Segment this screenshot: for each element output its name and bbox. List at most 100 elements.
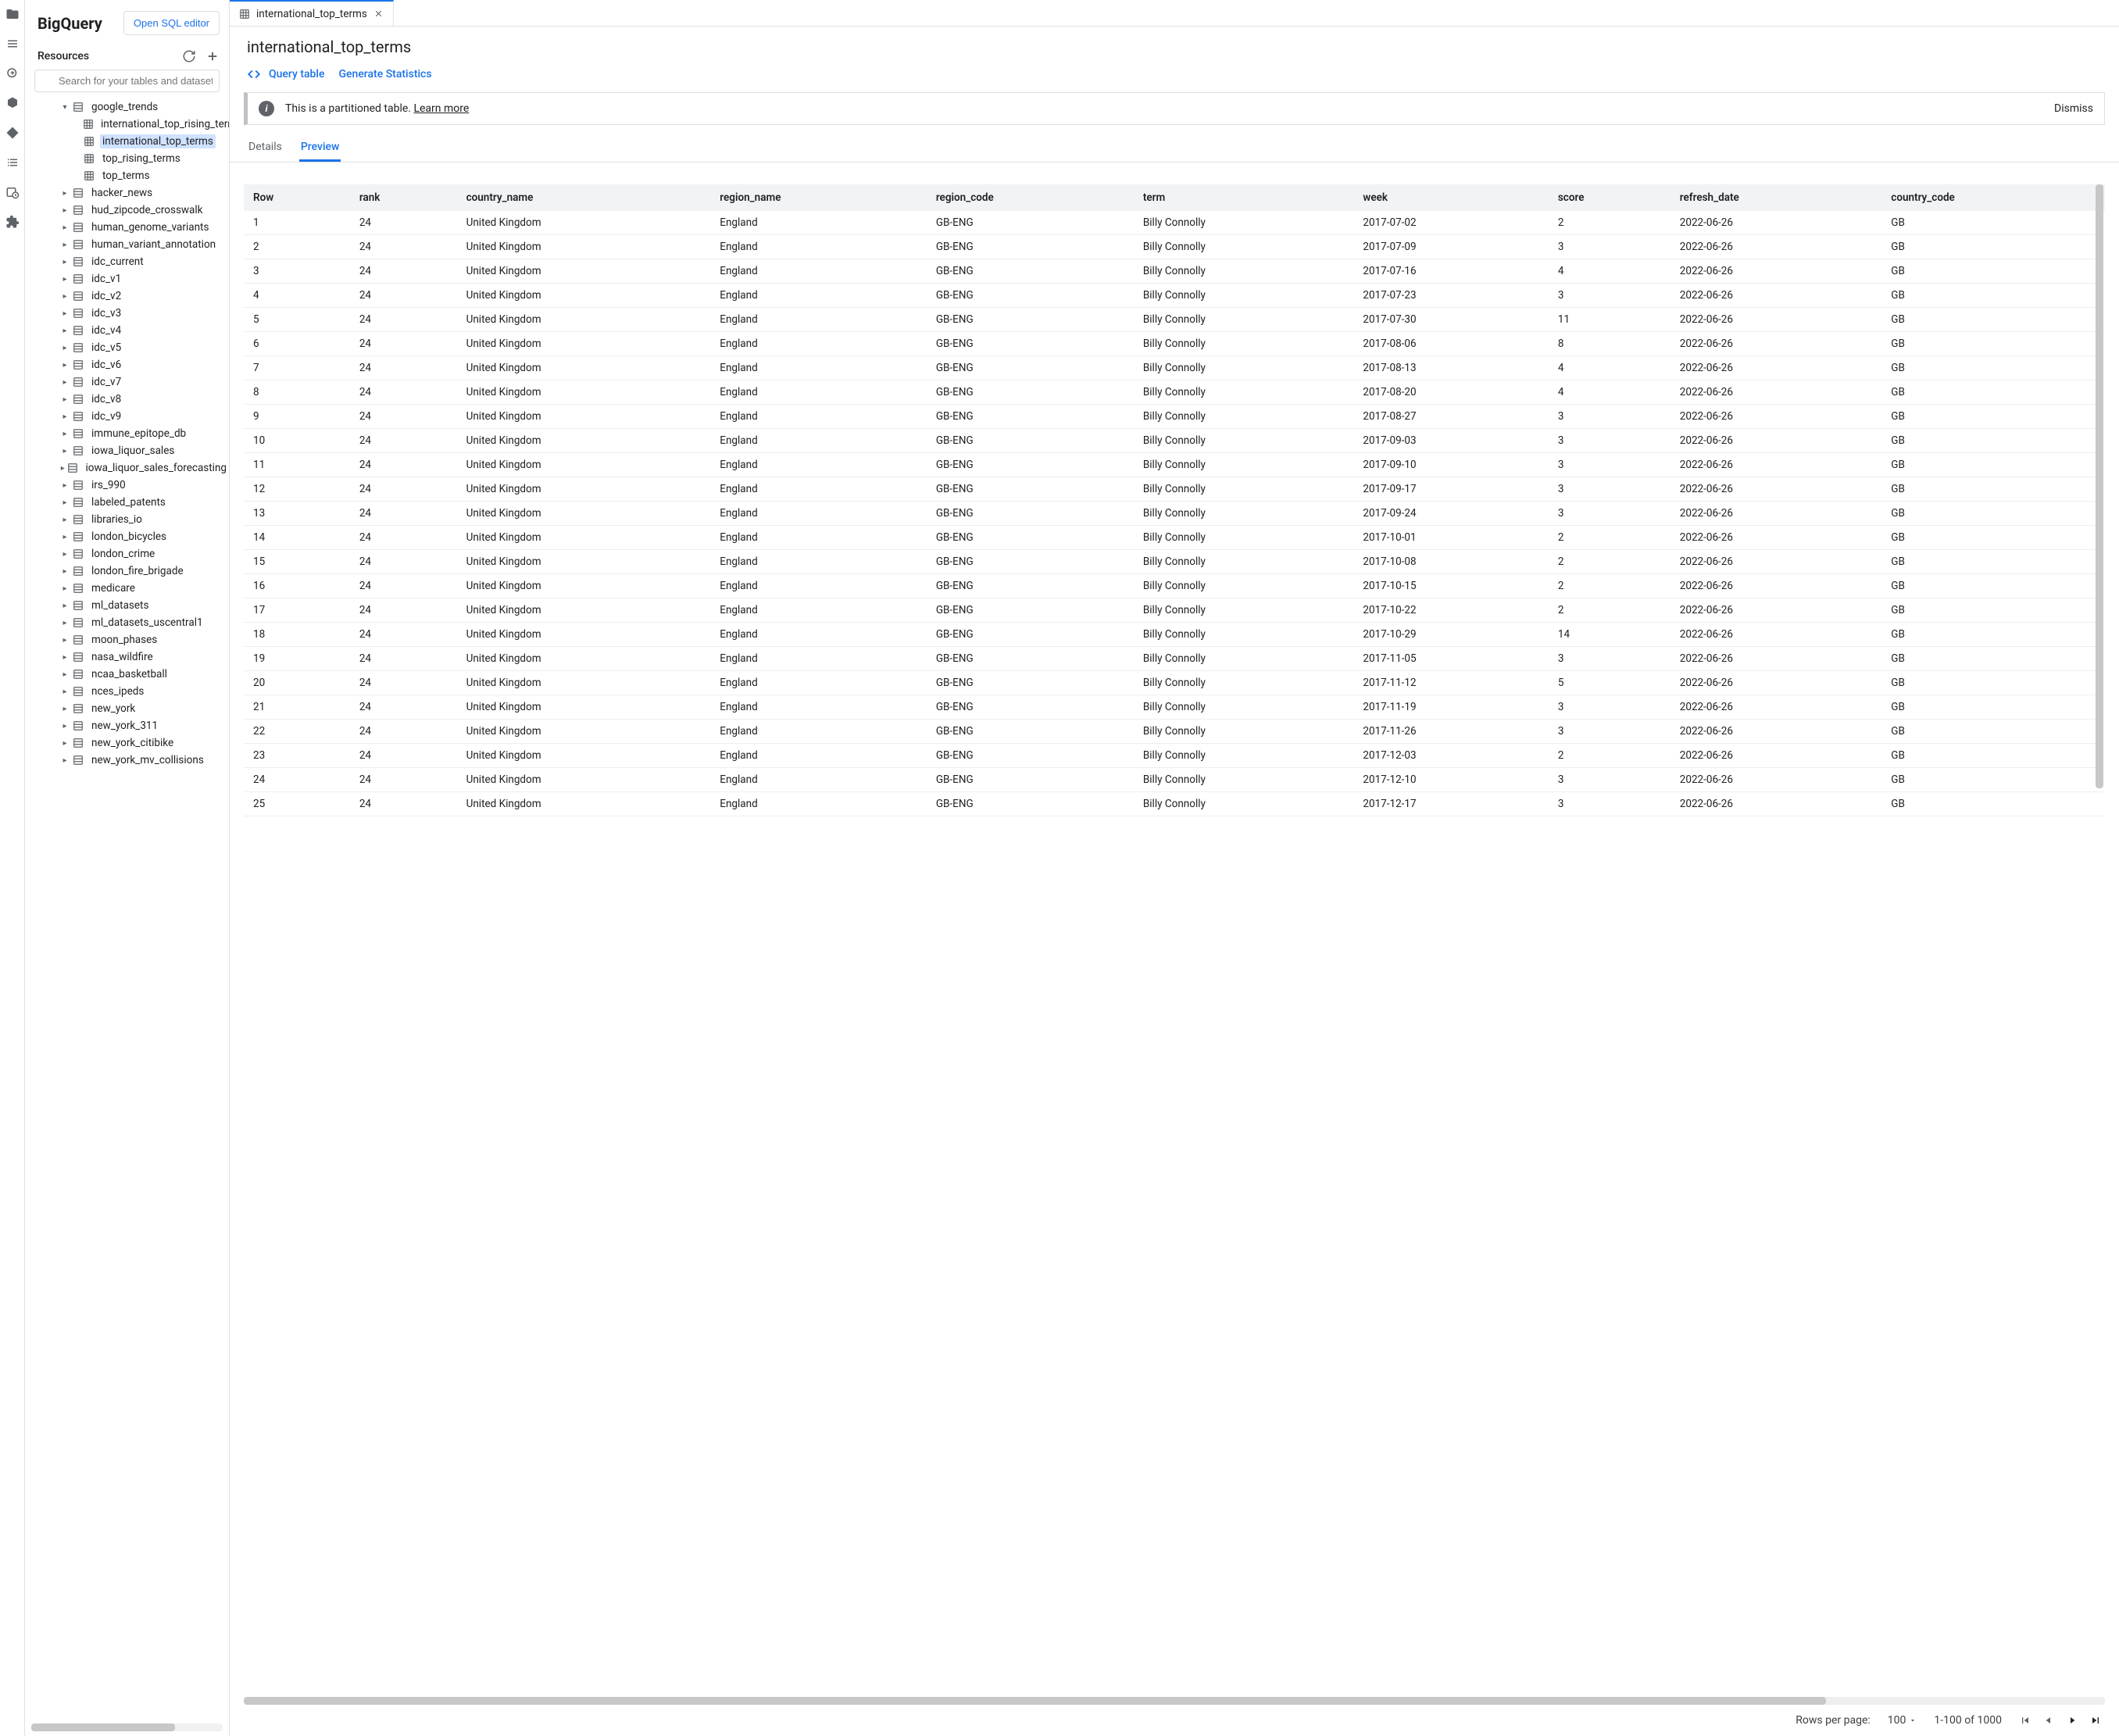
- table-container[interactable]: Rowrankcountry_nameregion_nameregion_cod…: [244, 184, 2105, 1694]
- table-cell: England: [710, 550, 927, 574]
- rows-per-page-select[interactable]: 100: [1888, 1714, 1917, 1727]
- table-cell: United Kingdom: [457, 720, 711, 744]
- resource-tree[interactable]: ▾google_trendsinternational_top_rising_t…: [25, 97, 229, 1723]
- dataset-idc-v5[interactable]: ▸idc_v5: [25, 339, 229, 356]
- dataset-hud-zipcode-crosswalk[interactable]: ▸hud_zipcode_crosswalk: [25, 202, 229, 219]
- dataset-new-york-citibike[interactable]: ▸new_york_citibike: [25, 734, 229, 752]
- add-icon[interactable]: [205, 49, 220, 63]
- next-page-icon[interactable]: [2066, 1714, 2078, 1727]
- table-cell: 24: [350, 477, 457, 502]
- last-page-icon[interactable]: [2089, 1714, 2102, 1727]
- dataset-google-trends[interactable]: ▾google_trends: [25, 98, 229, 116]
- dataset-london-bicycles[interactable]: ▸london_bicycles: [25, 528, 229, 545]
- folder-icon[interactable]: [5, 6, 20, 22]
- dataset-idc-v3[interactable]: ▸idc_v3: [25, 305, 229, 322]
- dataset-new-york-mv-collisions[interactable]: ▸new_york_mv_collisions: [25, 752, 229, 769]
- dataset-idc-v2[interactable]: ▸idc_v2: [25, 288, 229, 305]
- horizontal-scrollbar[interactable]: [244, 1697, 2105, 1705]
- column-header[interactable]: region_code: [927, 184, 1134, 211]
- tree-item-label: london_bicycles: [89, 530, 169, 544]
- calendar-clock-icon[interactable]: [5, 184, 20, 200]
- dataset-ml-datasets-uscentral1[interactable]: ▸ml_datasets_uscentral1: [25, 614, 229, 631]
- table-cell: 6: [244, 332, 350, 356]
- table-top-terms[interactable]: top_terms: [25, 167, 229, 184]
- dataset-libraries-io[interactable]: ▸libraries_io: [25, 511, 229, 528]
- table-international-top-rising-terms[interactable]: international_top_rising_terms: [25, 116, 229, 133]
- dataset-new-york-311[interactable]: ▸new_york_311: [25, 717, 229, 734]
- column-header[interactable]: week: [1353, 184, 1548, 211]
- tree-item-label: libraries_io: [89, 513, 145, 527]
- learn-more-link[interactable]: Learn more: [413, 102, 469, 115]
- column-header[interactable]: rank: [350, 184, 457, 211]
- table-cell: GB-ENG: [927, 211, 1134, 235]
- dataset-icon: [72, 651, 84, 663]
- dataset-new-york[interactable]: ▸new_york: [25, 700, 229, 717]
- table-cell: 3: [1549, 647, 1671, 671]
- tree-item-label: new_york_311: [89, 719, 160, 733]
- tab-international-top-terms[interactable]: international_top_terms: [230, 0, 394, 26]
- dataset-hacker-news[interactable]: ▸hacker_news: [25, 184, 229, 202]
- dataset-idc-v6[interactable]: ▸idc_v6: [25, 356, 229, 373]
- dataset-idc-v4[interactable]: ▸idc_v4: [25, 322, 229, 339]
- dataset-human-genome-variants[interactable]: ▸human_genome_variants: [25, 219, 229, 236]
- dataset-iowa-liquor-sales[interactable]: ▸iowa_liquor_sales: [25, 442, 229, 459]
- table-cell: 2: [1549, 574, 1671, 598]
- list-icon[interactable]: [5, 36, 20, 52]
- close-icon[interactable]: [373, 9, 384, 19]
- magnify-icon[interactable]: [5, 66, 20, 81]
- dataset-idc-v8[interactable]: ▸idc_v8: [25, 391, 229, 408]
- dataset-irs-990[interactable]: ▸irs_990: [25, 477, 229, 494]
- dataset-iowa-liquor-sales-forecasting[interactable]: ▸iowa_liquor_sales_forecasting: [25, 459, 229, 477]
- dataset-idc-current[interactable]: ▸idc_current: [25, 253, 229, 270]
- prev-page-icon[interactable]: [2042, 1714, 2055, 1727]
- dataset-nces-ipeds[interactable]: ▸nces_ipeds: [25, 683, 229, 700]
- dataset-ncaa-basketball[interactable]: ▸ncaa_basketball: [25, 666, 229, 683]
- column-header[interactable]: country_code: [1881, 184, 2105, 211]
- dataset-medicare[interactable]: ▸medicare: [25, 580, 229, 597]
- dataset-human-variant-annotation[interactable]: ▸human_variant_annotation: [25, 236, 229, 253]
- generate-statistics-button[interactable]: Generate Statistics: [338, 68, 431, 80]
- chevron-right-icon: ▸: [59, 584, 70, 593]
- dataset-ml-datasets[interactable]: ▸ml_datasets: [25, 597, 229, 614]
- column-header[interactable]: score: [1549, 184, 1671, 211]
- table-cell: Billy Connolly: [1134, 720, 1354, 744]
- hexagon-icon[interactable]: [5, 95, 20, 111]
- dataset-london-crime[interactable]: ▸london_crime: [25, 545, 229, 563]
- diamond-icon[interactable]: [5, 125, 20, 141]
- dataset-idc-v9[interactable]: ▸idc_v9: [25, 408, 229, 425]
- column-header[interactable]: refresh_date: [1671, 184, 1881, 211]
- first-page-icon[interactable]: [2019, 1714, 2031, 1727]
- table-cell: GB-ENG: [927, 623, 1134, 647]
- table-cell: 2: [1549, 211, 1671, 235]
- dataset-london-fire-brigade[interactable]: ▸london_fire_brigade: [25, 563, 229, 580]
- dataset-idc-v7[interactable]: ▸idc_v7: [25, 373, 229, 391]
- column-header[interactable]: term: [1134, 184, 1354, 211]
- table-icon: [83, 118, 94, 130]
- checklist-icon[interactable]: [5, 155, 20, 170]
- open-sql-editor-button[interactable]: Open SQL editor: [123, 11, 220, 35]
- dataset-nasa-wildfire[interactable]: ▸nasa_wildfire: [25, 648, 229, 666]
- table-cell: Billy Connolly: [1134, 695, 1354, 720]
- refresh-icon[interactable]: [182, 49, 196, 63]
- dataset-labeled-patents[interactable]: ▸labeled_patents: [25, 494, 229, 511]
- column-header[interactable]: country_name: [457, 184, 711, 211]
- table-cell: GB: [1881, 235, 2105, 259]
- dataset-moon-phases[interactable]: ▸moon_phases: [25, 631, 229, 648]
- table-international-top-terms[interactable]: international_top_terms: [25, 133, 229, 150]
- tab-preview[interactable]: Preview: [299, 134, 341, 162]
- vertical-scrollbar[interactable]: [2096, 184, 2103, 788]
- dataset-idc-v1[interactable]: ▸idc_v1: [25, 270, 229, 288]
- table-icon: [83, 152, 95, 165]
- column-header[interactable]: region_name: [710, 184, 927, 211]
- dismiss-button[interactable]: Dismiss: [2054, 102, 2093, 115]
- table-icon: [83, 135, 95, 148]
- query-table-button[interactable]: Query table: [269, 68, 324, 80]
- search-input[interactable]: [34, 70, 220, 92]
- dataset-immune-epitope-db[interactable]: ▸immune_epitope_db: [25, 425, 229, 442]
- tree-horizontal-scrollbar[interactable]: [31, 1723, 223, 1731]
- extension-icon[interactable]: [5, 214, 20, 230]
- table-row: 1724United KingdomEnglandGB-ENGBilly Con…: [244, 598, 2105, 623]
- table-top-rising-terms[interactable]: top_rising_terms: [25, 150, 229, 167]
- tab-details[interactable]: Details: [247, 134, 284, 162]
- column-header[interactable]: Row: [244, 184, 350, 211]
